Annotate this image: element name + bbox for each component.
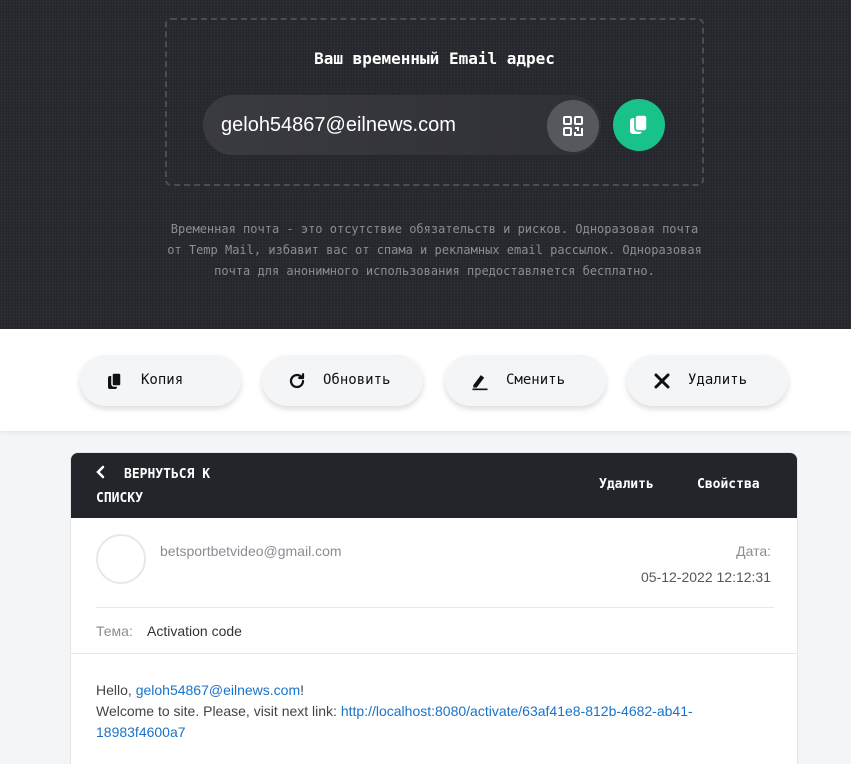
date-label: Дата: — [736, 543, 771, 559]
greeting-email-link[interactable]: geloh54867@eilnews.com — [136, 682, 300, 698]
hero-description: Временная почта - это отсутствие обязате… — [167, 222, 702, 278]
delete-button[interactable]: Удалить — [627, 355, 788, 406]
message-body: Hello, geloh54867@eilnews.com! Welcome t… — [96, 680, 736, 743]
back-to-list-label[interactable]: ВЕРНУТЬСЯ К СПИСКУ — [96, 463, 236, 511]
greeting-end: ! — [300, 682, 305, 698]
divider — [71, 653, 797, 654]
copy-icon — [630, 114, 648, 134]
email-address[interactable]: geloh54867@eilnews.com — [221, 114, 456, 137]
copy-icon — [104, 370, 126, 392]
copy-email-button[interactable] — [613, 99, 665, 151]
greeting-text: Hello, — [96, 682, 136, 698]
subject-label: Тема: — [96, 623, 133, 639]
delete-button-label: Удалить — [688, 372, 748, 388]
date-value: 05-12-2022 12:12:31 — [641, 569, 771, 585]
refresh-button[interactable]: Обновить — [262, 355, 423, 406]
qr-code-button[interactable] — [547, 100, 599, 152]
copy-button[interactable]: Копия — [80, 355, 241, 406]
email-field[interactable]: geloh54867@eilnews.com — [203, 95, 601, 155]
hero-title: Ваш временный Email адрес — [314, 49, 555, 68]
copy-button-label: Копия — [141, 372, 184, 388]
body-line: Welcome to site. Please, visit next link… — [96, 703, 341, 719]
qr-code-icon — [563, 116, 583, 136]
delete-message-button[interactable]: Удалить — [599, 477, 654, 492]
message-header: ВЕРНУТЬСЯ К СПИСКУ Удалить Свойства — [71, 453, 797, 518]
refresh-icon — [286, 370, 308, 392]
divider — [96, 607, 774, 608]
avatar — [96, 534, 146, 584]
properties-button[interactable]: Свойства — [697, 477, 760, 492]
refresh-button-label: Обновить — [323, 372, 391, 388]
sender-email: betsportbetvideo@gmail.com — [160, 543, 342, 559]
change-button[interactable]: Сменить — [445, 355, 606, 406]
message-card: ВЕРНУТЬСЯ К СПИСКУ Удалить Свойства bets… — [70, 452, 798, 764]
change-button-label: Сменить — [506, 372, 566, 388]
action-bar: Копия Обновить Сменить Удалить — [0, 329, 851, 431]
edit-icon — [469, 370, 491, 392]
subject-value: Activation code — [147, 623, 242, 639]
hero-section: Ваш временный Email адрес geloh54867@eil… — [0, 0, 851, 329]
close-icon — [651, 370, 673, 392]
